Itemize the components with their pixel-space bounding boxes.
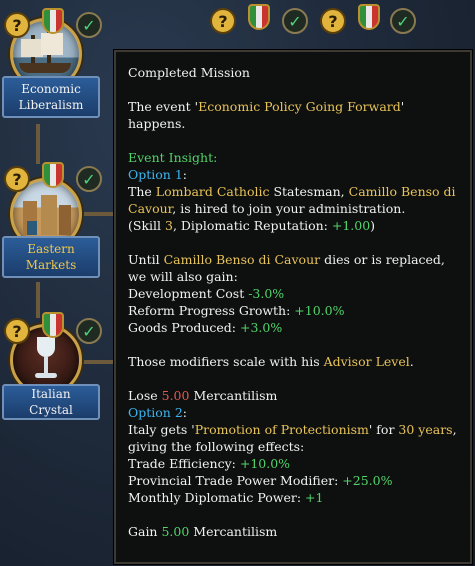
checkmark-icon: ✓ — [76, 318, 102, 344]
checkmark-icon: ✓ — [390, 8, 416, 34]
mission-connector — [36, 124, 40, 164]
option-1-heading: Option 1: — [128, 167, 187, 182]
modifier-development-cost: Development Cost -3.0% — [128, 286, 285, 301]
question-icon: ? — [210, 8, 236, 34]
until-line: Until Camillo Benso di Cavour dies or is… — [128, 252, 445, 284]
modifier-reform-progress: Reform Progress Growth: +10.0% — [128, 303, 345, 318]
mission-title: Italian Crystal — [2, 384, 100, 420]
option-2-description: Italy gets 'Promotion of Protectionism' … — [128, 422, 457, 454]
mission-italian-crystal[interactable]: ? ✓ Italian Crystal — [2, 306, 102, 430]
mission-title: Eastern Markets — [2, 236, 100, 278]
italy-flag-icon — [42, 8, 64, 34]
tooltip-title: Completed Mission — [128, 65, 250, 80]
modifier-goods-produced: Goods Produced: +3.0% — [128, 320, 283, 335]
question-icon: ? — [320, 8, 346, 34]
option-1-skill: (Skill 3, Diplomatic Reputation: +1.00) — [128, 218, 376, 233]
mission-title: Economic Liberalism — [2, 76, 100, 118]
effect-diplomatic-power: Monthly Diplomatic Power: +1 — [128, 490, 324, 505]
gain-mercantilism: Gain 5.00 Mercantilism — [128, 524, 278, 539]
mission-economic-liberalism[interactable]: ? ✓ Economic Liberalism — [2, 0, 102, 124]
event-line: The event 'Economic Policy Going Forward… — [128, 99, 405, 131]
italy-flag-icon — [248, 4, 270, 30]
question-icon: ? — [4, 12, 30, 38]
italy-flag-icon — [42, 312, 64, 338]
scale-line: Those modifiers scale with his Advisor L… — [128, 354, 414, 369]
effect-trade-power: Provincial Trade Power Modifier: +25.0% — [128, 473, 393, 488]
checkmark-icon: ✓ — [76, 166, 102, 192]
event-insight-heading: Event Insight: — [128, 150, 218, 165]
checkmark-icon: ✓ — [282, 8, 308, 34]
italy-flag-icon — [42, 162, 64, 188]
checkmark-icon: ✓ — [76, 12, 102, 38]
option-2-heading: Option 2: — [128, 405, 187, 420]
option-1-description: The Lombard Catholic Statesman, Camillo … — [128, 184, 456, 216]
mission-card[interactable]: ? ✓ — [310, 0, 416, 50]
question-icon: ? — [4, 318, 30, 344]
question-icon: ? — [4, 166, 30, 192]
effect-trade-efficiency: Trade Efficiency: +10.0% — [128, 456, 291, 471]
lose-mercantilism: Lose 5.00 Mercantilism — [128, 388, 278, 403]
mission-eastern-markets[interactable]: ? ✓ Eastern Markets — [2, 160, 102, 284]
italy-flag-icon — [358, 4, 380, 30]
mission-card[interactable]: ? ✓ — [200, 0, 308, 50]
event-name: Economic Policy Going Forward — [198, 99, 401, 114]
mission-tooltip: Completed Mission The event 'Economic Po… — [114, 50, 472, 564]
